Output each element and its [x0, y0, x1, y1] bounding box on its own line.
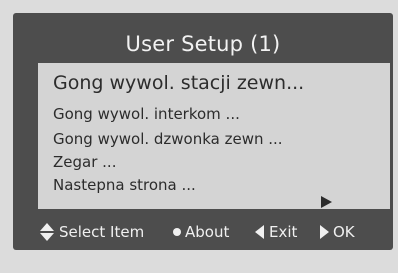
hint-ok-label: OK — [333, 222, 355, 241]
user-setup-screen: User Setup (1) Gong wywol. stacji zewn..… — [13, 13, 393, 250]
hint-ok: OK — [320, 223, 355, 241]
hint-exit-label: Exit — [269, 222, 298, 241]
menu-item-gong-stacji-zewn[interactable]: Gong wywol. stacji zewn... — [53, 72, 304, 94]
dot-icon — [173, 227, 181, 236]
hint-select-label: Select Item — [59, 222, 145, 241]
page-title: User Setup (1) — [125, 32, 281, 56]
left-triangle-icon — [255, 224, 264, 239]
up-down-arrows-icon — [39, 222, 55, 241]
next-page-arrow-icon — [321, 196, 332, 208]
hint-about-label: About — [185, 222, 230, 241]
menu-item-zegar[interactable]: Zegar ... — [53, 153, 116, 171]
hint-about: About — [173, 223, 229, 241]
hint-exit: Exit — [255, 223, 297, 241]
menu-item-gong-dzwonka-zewn[interactable]: Gong wywol. dzwonka zewn ... — [53, 130, 283, 148]
menu-item-nastepna-strona[interactable]: Nastepna strona ... — [53, 176, 196, 194]
menu-list: Gong wywol. stacji zewn... Gong wywol. i… — [38, 63, 390, 209]
menu-item-gong-interkom[interactable]: Gong wywol. interkom ... — [53, 105, 240, 123]
footer-hint-bar: Select Item About Exit OK — [13, 213, 393, 250]
hint-select-item: Select Item — [39, 222, 145, 241]
right-triangle-icon — [320, 224, 329, 239]
